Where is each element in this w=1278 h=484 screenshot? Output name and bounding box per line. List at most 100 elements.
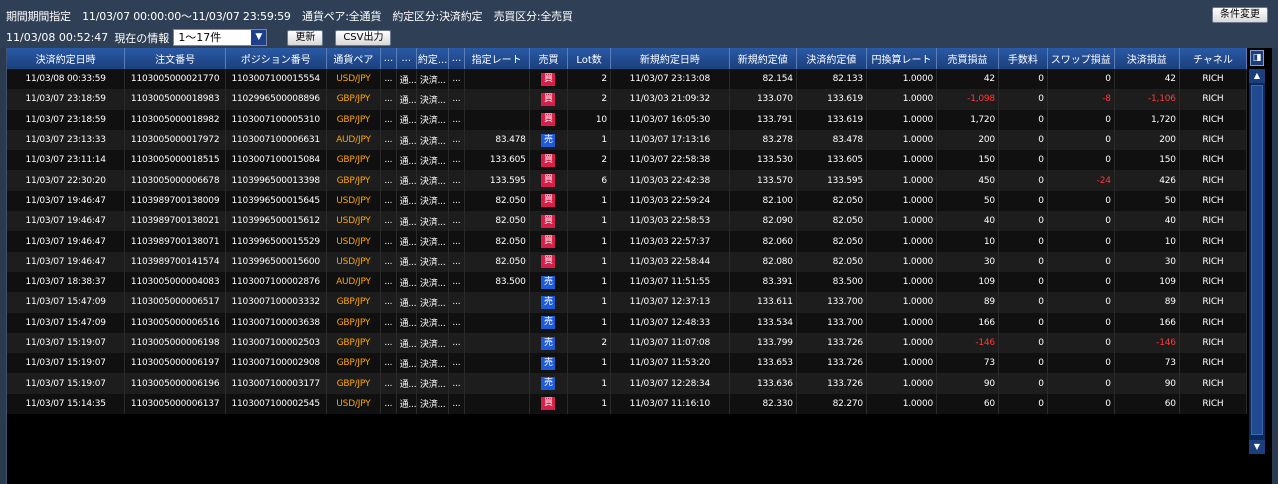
table-cell: 82.050: [796, 190, 867, 212]
period-label: 期間期間指定: [6, 10, 71, 23]
col-settle-pl[interactable]: 決済損益: [1114, 48, 1180, 70]
col-currency-pair[interactable]: 通貨ペア: [326, 48, 382, 70]
table-cell: ...: [448, 373, 465, 394]
table-cell: 109: [936, 271, 999, 293]
column-settings-icon[interactable]: ◨: [1250, 50, 1264, 66]
table-cell: 1103007100015084: [225, 150, 327, 171]
table-cell: 決済...: [416, 89, 450, 110]
col-open-price[interactable]: 新規約定値: [729, 48, 797, 70]
table-cell: 11/03/07 15:14:35: [7, 393, 126, 415]
col-settle-datetime[interactable]: 決済約定日時: [7, 48, 126, 70]
col-swap-pl[interactable]: スワップ損益: [1047, 48, 1115, 70]
table-cell: 133.619: [796, 109, 867, 130]
table-row[interactable]: 11/03/07 23:11:14 1103005000018515 1103007…: [7, 150, 1248, 171]
col-buy-sell[interactable]: 売買: [529, 48, 569, 70]
table-cell: 1: [567, 129, 611, 151]
col-hidden-2[interactable]: ...: [396, 48, 417, 70]
col-trade-pl[interactable]: 売買損益: [936, 48, 999, 70]
table-cell: 150: [1114, 150, 1180, 171]
col-specified-rate[interactable]: 指定レート: [464, 48, 530, 70]
range-select[interactable]: 1～17件 ▼: [173, 29, 268, 46]
col-settle-price[interactable]: 決済約定値: [796, 48, 867, 70]
table-cell: GBP/JPY: [326, 373, 382, 394]
table-cell: 11/03/07 12:28:34: [610, 373, 730, 394]
csv-export-button[interactable]: CSV出力: [335, 29, 392, 46]
trade-table: 決済約定日時 注文番号 ポジション番号 通貨ペア ... ... 約定... .…: [7, 48, 1248, 415]
update-button[interactable]: 更新: [287, 29, 324, 46]
col-channel[interactable]: チャネル: [1179, 48, 1248, 70]
table-cell: 200: [1114, 129, 1180, 151]
table-cell: 1103005000006137: [124, 393, 226, 415]
table-cell: 133.070: [729, 89, 797, 110]
vertical-scrollbar[interactable]: ▲ ▼: [1249, 69, 1265, 454]
table-cell: 通...: [396, 251, 417, 272]
table-cell: 82.050: [464, 251, 530, 272]
change-conditions-button[interactable]: 条件変更: [1212, 7, 1268, 23]
table-cell: 0: [998, 89, 1048, 110]
table-cell: 133.595: [796, 170, 867, 191]
arrow-down-icon[interactable]: ▼: [1249, 440, 1265, 454]
table-row[interactable]: 11/03/07 15:14:35 1103005000006137 1103007…: [7, 393, 1248, 415]
col-hidden-1[interactable]: ...: [380, 48, 397, 70]
table-row[interactable]: 11/03/07 23:13:33 1103005000017972 1103007…: [7, 129, 1248, 151]
table-cell: 30: [936, 251, 999, 272]
table-row[interactable]: 11/03/07 15:19:07 1103005000006196 1103007…: [7, 373, 1248, 394]
table-row[interactable]: 11/03/07 19:46:47 1103989700138009 1103996…: [7, 190, 1248, 212]
col-position-no[interactable]: ポジション番号: [225, 48, 327, 70]
table-cell: 通...: [396, 109, 417, 130]
table-cell: 11/03/07 19:46:47: [7, 190, 126, 212]
table-row[interactable]: 11/03/07 23:18:59 1103005000018983 1102996…: [7, 89, 1248, 110]
table-cell: 1: [567, 353, 611, 374]
table-cell: 1102996500008896: [225, 89, 327, 110]
table-cell: [464, 292, 530, 313]
table-cell: 通...: [396, 69, 417, 90]
table-cell: GBP/JPY: [326, 109, 382, 130]
col-fee[interactable]: 手数料: [998, 48, 1048, 70]
table-cell: 11/03/07 23:13:08: [610, 69, 730, 90]
table-row[interactable]: 11/03/08 00:33:59 1103005000021770 1103007…: [7, 69, 1248, 90]
table-cell: 11/03/07 15:19:07: [7, 353, 126, 374]
table-row[interactable]: 11/03/07 15:19:07 1103005000006197 1103007…: [7, 353, 1248, 374]
table-row[interactable]: 11/03/07 19:46:47 1103989700138071 1103996…: [7, 231, 1248, 252]
table-cell: 82.154: [729, 69, 797, 90]
table-cell: 0: [998, 109, 1048, 130]
range-select-value: 1～17件: [178, 31, 222, 44]
table-cell: 決済...: [416, 373, 450, 394]
table-cell: 通...: [396, 312, 417, 333]
table-cell: 11/03/07 23:18:59: [7, 89, 126, 110]
scroll-thumb[interactable]: [1251, 85, 1263, 435]
table-row[interactable]: 11/03/07 15:47:09 1103005000006517 1103007…: [7, 292, 1248, 313]
col-hidden-3[interactable]: ...: [448, 48, 465, 70]
table-cell: 1103005000018515: [124, 150, 226, 171]
table-row[interactable]: 11/03/07 19:46:47 1103989700138021 1103996…: [7, 211, 1248, 232]
triangle-down-icon[interactable]: ▼: [251, 30, 267, 45]
buy-badge: 買: [541, 397, 556, 411]
table-cell: [464, 312, 530, 333]
table-row[interactable]: 11/03/07 19:46:47 1103989700141574 1103996…: [7, 251, 1248, 272]
col-execution-type[interactable]: 約定...: [416, 48, 450, 70]
table-cell: 1103007100005310: [225, 109, 327, 130]
table-cell: 82.270: [796, 393, 867, 415]
col-open-datetime[interactable]: 新規約定日時: [610, 48, 730, 70]
table-row[interactable]: 11/03/07 15:47:09 1103005000006516 1103007…: [7, 312, 1248, 333]
table-cell: 82.050: [796, 251, 867, 272]
col-order-no[interactable]: 注文番号: [124, 48, 226, 70]
table-row[interactable]: 11/03/07 22:30:20 1103005000006678 1103996…: [7, 170, 1248, 191]
col-yen-rate[interactable]: 円換算レート: [866, 48, 938, 70]
arrow-up-icon[interactable]: ▲: [1249, 69, 1265, 83]
table-row[interactable]: 11/03/07 15:19:07 1103005000006198 1103007…: [7, 332, 1248, 354]
table-cell: 1103007100003638: [225, 312, 327, 333]
table-cell: ...: [380, 393, 397, 415]
col-lot[interactable]: Lot数: [567, 48, 611, 70]
table-cell: 通...: [396, 292, 417, 313]
table-cell: 決済...: [416, 353, 450, 374]
table-row[interactable]: 11/03/07 23:18:59 1103005000018982 1103007…: [7, 109, 1248, 130]
table-cell: 1103996500015612: [225, 211, 327, 232]
table-cell: 1103005000006197: [124, 353, 226, 374]
table-cell: 1103989700141574: [124, 251, 226, 272]
table-cell: 買: [529, 211, 569, 232]
table-cell: 決済...: [416, 332, 450, 354]
table-row[interactable]: 11/03/07 18:38:37 1103005000004083 1103007…: [7, 271, 1248, 293]
table-cell: GBP/JPY: [326, 312, 382, 333]
table-cell: RICH: [1179, 393, 1248, 415]
